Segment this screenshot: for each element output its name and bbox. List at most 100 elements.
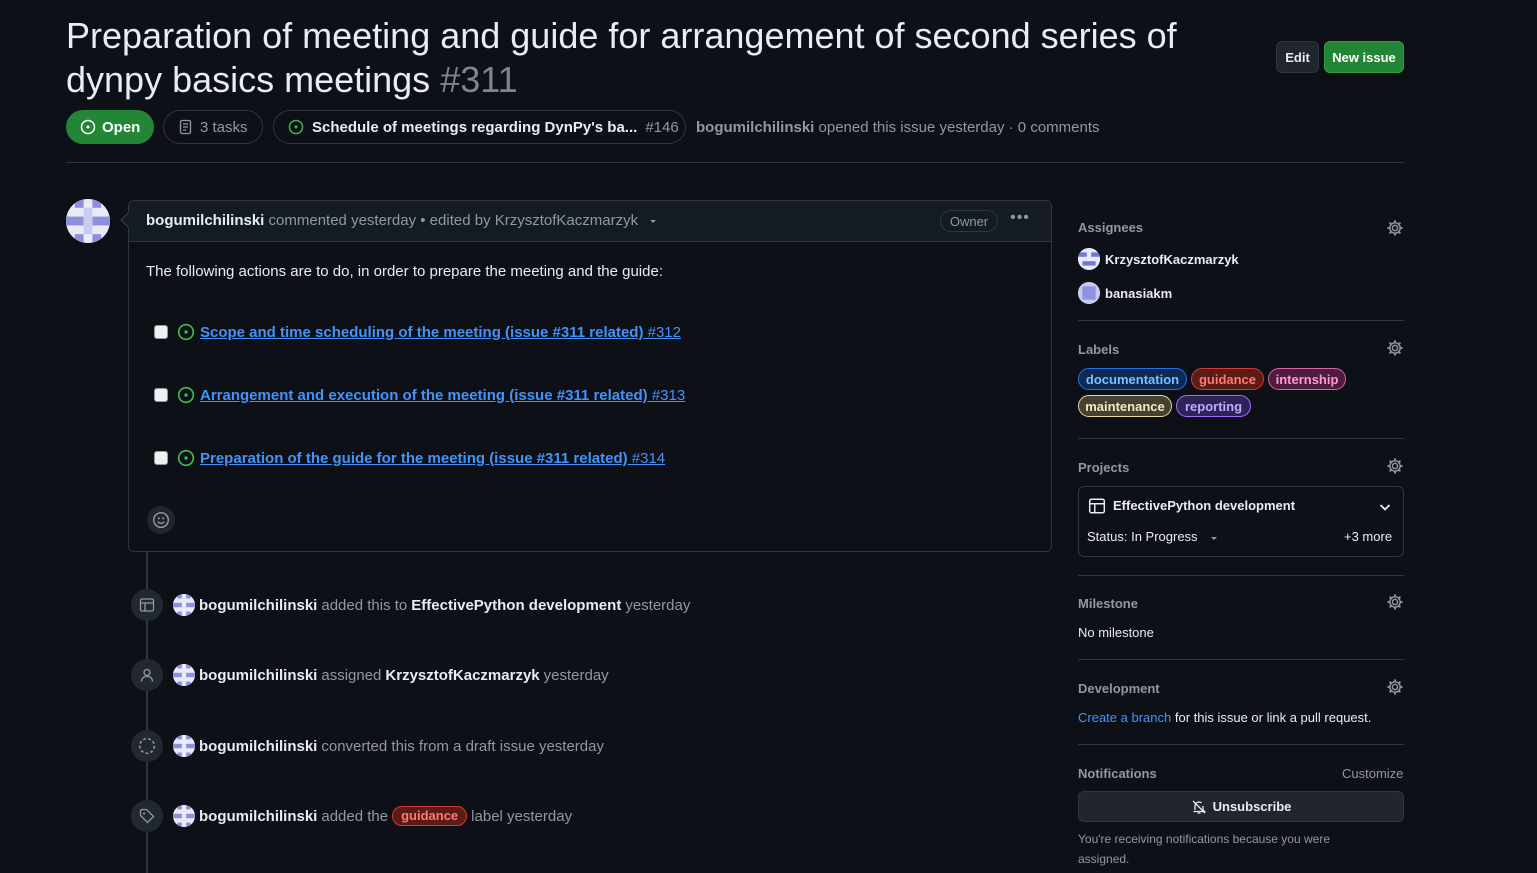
tasks-count-label: 3 tasks [200, 118, 248, 136]
add-reaction-button[interactable] [147, 506, 175, 534]
project-card [1078, 486, 1404, 557]
parent-issue-number: #146 [645, 118, 679, 136]
milestone-value: No milestone [1078, 625, 1154, 640]
project-more-link[interactable]: +3 more [1344, 529, 1392, 544]
task-number: #312 [647, 323, 681, 341]
notifications-heading: Notifications [1078, 766, 1157, 781]
projects-heading[interactable]: Projects [1078, 460, 1129, 475]
timeline-text: added the [321, 807, 389, 825]
avatar[interactable] [173, 594, 195, 616]
dashed-circle-icon [131, 730, 163, 762]
parent-issue-link[interactable]: Schedule of meetings regarding DynPy's b… [273, 110, 686, 144]
header-divider [66, 162, 1404, 163]
timeline-time: yesterday [625, 596, 691, 614]
label-reporting[interactable]: reporting [1176, 395, 1251, 417]
issue-opened-text: opened this issue yesterday · 0 comments [818, 119, 1100, 136]
gear-icon[interactable] [1386, 457, 1404, 475]
timeline-actor[interactable]: bogumilchilinski [199, 667, 317, 684]
comment-meta-text[interactable]: commented yesterday • edited by Krzyszto… [269, 212, 639, 229]
timeline-actor[interactable]: bogumilchilinski [199, 597, 317, 614]
timeline-text: converted this from a draft issue yester… [321, 737, 604, 755]
sidebar-divider [1078, 320, 1404, 321]
milestone-heading[interactable]: Milestone [1078, 596, 1138, 611]
development-description: for this issue or link a pull request. [1171, 710, 1372, 725]
issue-open-icon [177, 323, 195, 341]
tasks-count-badge[interactable]: 3 tasks [163, 110, 263, 144]
task-title: Preparation of the guide for the meeting… [200, 449, 628, 467]
label-guidance[interactable]: guidance [1191, 368, 1264, 390]
label-internship[interactable]: internship [1268, 368, 1346, 390]
labels-heading[interactable]: Labels [1078, 342, 1119, 357]
comment-author-link[interactable]: bogumilchilinski [146, 212, 264, 229]
assignee-item[interactable]: KrzysztofKaczmarzyk [1078, 248, 1239, 270]
project-name[interactable]: EffectivePython development [1113, 498, 1295, 513]
development-text: Create a branch for this issue or link a… [1078, 710, 1371, 725]
task-checkbox[interactable] [154, 325, 168, 339]
task-number: #313 [651, 386, 686, 404]
gear-icon[interactable] [1386, 593, 1404, 611]
avatar[interactable] [173, 805, 195, 827]
avatar [1078, 248, 1100, 270]
task-checkbox[interactable] [154, 388, 168, 402]
project-status[interactable]: Status: In Progress [1087, 529, 1219, 544]
new-issue-button[interactable]: New issue [1324, 41, 1404, 73]
task-link[interactable]: Arrangement and execution of the meeting… [200, 387, 685, 404]
task-item: Scope and time scheduling of the meeting… [154, 321, 681, 343]
sidebar-divider [1078, 744, 1404, 745]
gear-icon[interactable] [1386, 678, 1404, 696]
comment-body-text: The following actions are to do, in orde… [146, 263, 663, 280]
unsubscribe-button[interactable]: Unsubscribe [1078, 791, 1404, 822]
comment-pointer-inner [122, 213, 129, 227]
caret-down-icon [1211, 536, 1218, 540]
development-heading[interactable]: Development [1078, 681, 1160, 696]
gear-icon[interactable] [1386, 339, 1404, 357]
timeline-actor[interactable]: bogumilchilinski [199, 808, 317, 825]
caret-down-icon[interactable] [648, 216, 658, 226]
issue-author-link[interactable]: bogumilchilinski [696, 119, 814, 136]
customize-link[interactable]: Customize [1342, 766, 1403, 781]
project-status-text: Status: In Progress [1087, 529, 1198, 544]
sidebar-divider [1078, 575, 1404, 576]
timeline-text: added this to [321, 596, 408, 614]
assignee-item[interactable]: banasiakm [1078, 282, 1172, 304]
timeline-label-chip[interactable]: guidance [392, 806, 468, 826]
task-item: Arrangement and execution of the meeting… [154, 384, 685, 406]
chevron-down-icon[interactable] [1377, 499, 1393, 515]
timeline-target[interactable]: KrzysztofKaczmarzyk [385, 667, 539, 684]
create-branch-link[interactable]: Create a branch [1078, 710, 1171, 725]
task-number: #314 [631, 449, 666, 467]
timeline-item: bogumilchilinski assigned KrzysztofKaczm… [131, 659, 609, 691]
person-icon [131, 659, 163, 691]
task-link[interactable]: Preparation of the guide for the meeting… [200, 450, 665, 467]
label-documentation[interactable]: documentation [1078, 368, 1187, 390]
issue-title-text: Preparation of meeting and guide for arr… [66, 15, 1177, 100]
timeline-actor[interactable]: bogumilchilinski [199, 738, 317, 755]
timeline-target[interactable]: EffectivePython development [411, 597, 621, 614]
label-maintenance[interactable]: maintenance [1078, 395, 1172, 417]
kebab-menu-icon[interactable]: ••• [1008, 209, 1032, 231]
issue-open-icon [177, 449, 195, 467]
task-checkbox[interactable] [154, 451, 168, 465]
unsubscribe-label: Unsubscribe [1212, 799, 1292, 814]
avatar[interactable] [66, 199, 110, 243]
assignees-heading[interactable]: Assignees [1078, 220, 1143, 235]
edit-button[interactable]: Edit [1276, 41, 1319, 73]
avatar[interactable] [173, 664, 195, 686]
task-link[interactable]: Scope and time scheduling of the meeting… [200, 324, 681, 341]
timeline-text: assigned [321, 666, 382, 684]
issue-meta: bogumilchilinski opened this issue yeste… [696, 119, 1100, 136]
issue-open-icon [288, 119, 304, 135]
avatar [1078, 282, 1100, 304]
issue-number: #311 [440, 59, 518, 100]
issue-state-label: Open [102, 118, 141, 136]
timeline-item: bogumilchilinski added the guidance labe… [131, 800, 572, 832]
owner-badge: Owner [940, 210, 998, 232]
comment-meta: bogumilchilinski commented yesterday • e… [146, 212, 658, 229]
notification-reason: You're receiving notifications because y… [1078, 832, 1330, 866]
timeline-item: bogumilchilinski converted this from a d… [131, 730, 604, 762]
timeline-time: label yesterday [471, 807, 573, 825]
avatar[interactable] [173, 735, 195, 757]
issue-title: Preparation of meeting and guide for arr… [66, 14, 1266, 102]
timeline-time: yesterday [543, 666, 609, 684]
gear-icon[interactable] [1386, 219, 1404, 237]
